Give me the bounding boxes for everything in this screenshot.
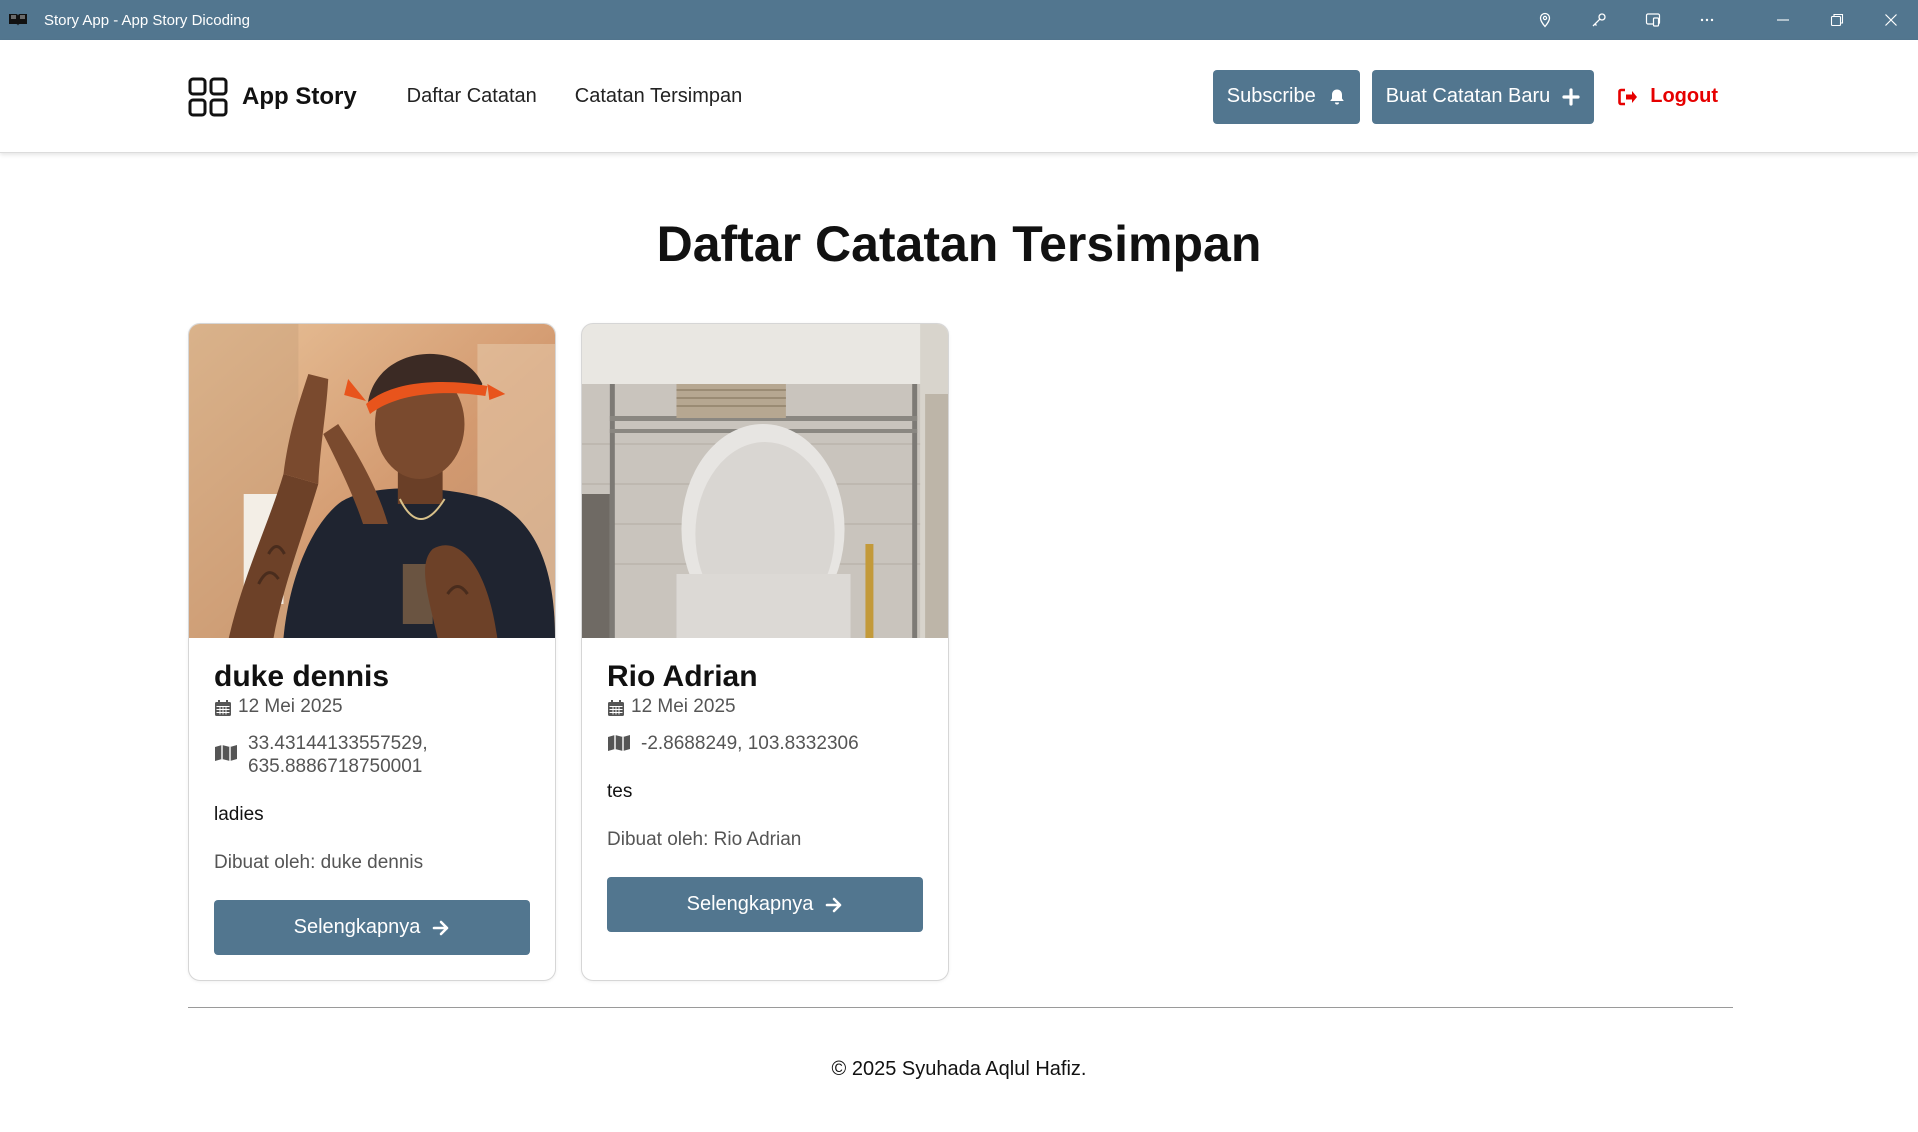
story-card: Rio Adrian 12 Mei 2025 -2.8688249, 103.8…	[581, 323, 949, 981]
read-more-label: Selengkapnya	[686, 893, 814, 915]
subscribe-button[interactable]: Subscribe	[1212, 69, 1360, 124]
story-photo-toilet	[582, 324, 948, 638]
story-location: 33.43144133557529, 635.8886718750001	[214, 732, 530, 778]
more-options-icon[interactable]	[1680, 0, 1734, 40]
footer-divider	[188, 1007, 1733, 1008]
story-date: 12 Mei 2025	[607, 696, 923, 718]
minimize-icon[interactable]	[1756, 0, 1810, 40]
read-more-button[interactable]: Selengkapnya	[607, 877, 923, 932]
story-description: tes	[607, 781, 633, 802]
story-created-by: Dibuat oleh: duke dennis	[214, 852, 424, 873]
arrow-right-icon	[826, 897, 842, 912]
new-story-label: Buat Catatan Baru	[1385, 85, 1551, 107]
window-titlebar: Story App - App Story Dicoding	[0, 0, 1918, 40]
app-install-icon[interactable]	[1626, 0, 1680, 40]
story-description: ladies	[214, 804, 264, 825]
read-more-label: Selengkapnya	[293, 916, 421, 938]
calendar-icon	[215, 700, 231, 716]
brand-link[interactable]: App Story	[188, 77, 357, 117]
story-photo-person	[189, 324, 555, 638]
sign-out-icon	[1618, 88, 1638, 105]
bell-icon	[1329, 89, 1344, 104]
nav-daftar-catatan[interactable]: Daftar Catatan	[407, 85, 537, 108]
story-created-by: Dibuat oleh: Rio Adrian	[607, 829, 802, 850]
story-date: 12 Mei 2025	[214, 696, 530, 718]
read-more-button[interactable]: Selengkapnya	[214, 900, 530, 955]
story-card: duke dennis 12 Mei 2025 33.4314413355752…	[188, 323, 556, 981]
footer-copyright: © 2025 Syuhada Aqlul Hafiz.	[831, 1058, 1087, 1080]
story-date-text: 12 Mei 2025	[631, 696, 736, 717]
story-coordinates-line1: 33.43144133557529,	[248, 733, 428, 754]
page-title: Daftar Catatan Tersimpan	[656, 216, 1262, 272]
story-author-name: duke dennis	[214, 660, 390, 693]
restore-icon[interactable]	[1810, 0, 1864, 40]
site-header: App Story Daftar Catatan Catatan Tersimp…	[0, 40, 1918, 153]
brand-name: App Story	[242, 82, 357, 110]
story-date-text: 12 Mei 2025	[238, 696, 343, 717]
new-story-button[interactable]: Buat Catatan Baru	[1371, 69, 1595, 124]
location-icon[interactable]	[1518, 0, 1572, 40]
story-list: duke dennis 12 Mei 2025 33.4314413355752…	[188, 323, 949, 981]
close-icon[interactable]	[1864, 0, 1918, 40]
window-title: Story App - App Story Dicoding	[44, 11, 250, 29]
story-author-name: Rio Adrian	[607, 660, 758, 693]
story-location: -2.8688249, 103.8332306	[607, 732, 923, 755]
plus-icon	[1562, 87, 1580, 106]
nav-catatan-tersimpan[interactable]: Catatan Tersimpan	[575, 85, 743, 108]
logout-link[interactable]: Logout	[1618, 85, 1718, 108]
map-icon	[215, 745, 237, 761]
story-coordinates-line1: -2.8688249, 103.8332306	[641, 733, 859, 754]
arrow-right-icon	[433, 920, 449, 935]
story-coordinates-line2: 635.8886718750001	[248, 756, 423, 777]
subscribe-label: Subscribe	[1226, 85, 1316, 107]
book-icon	[8, 13, 28, 27]
calendar-icon	[608, 700, 624, 716]
logout-label: Logout	[1650, 85, 1718, 107]
map-icon	[608, 735, 630, 751]
key-icon[interactable]	[1572, 0, 1626, 40]
grid-logo-icon	[188, 77, 228, 116]
